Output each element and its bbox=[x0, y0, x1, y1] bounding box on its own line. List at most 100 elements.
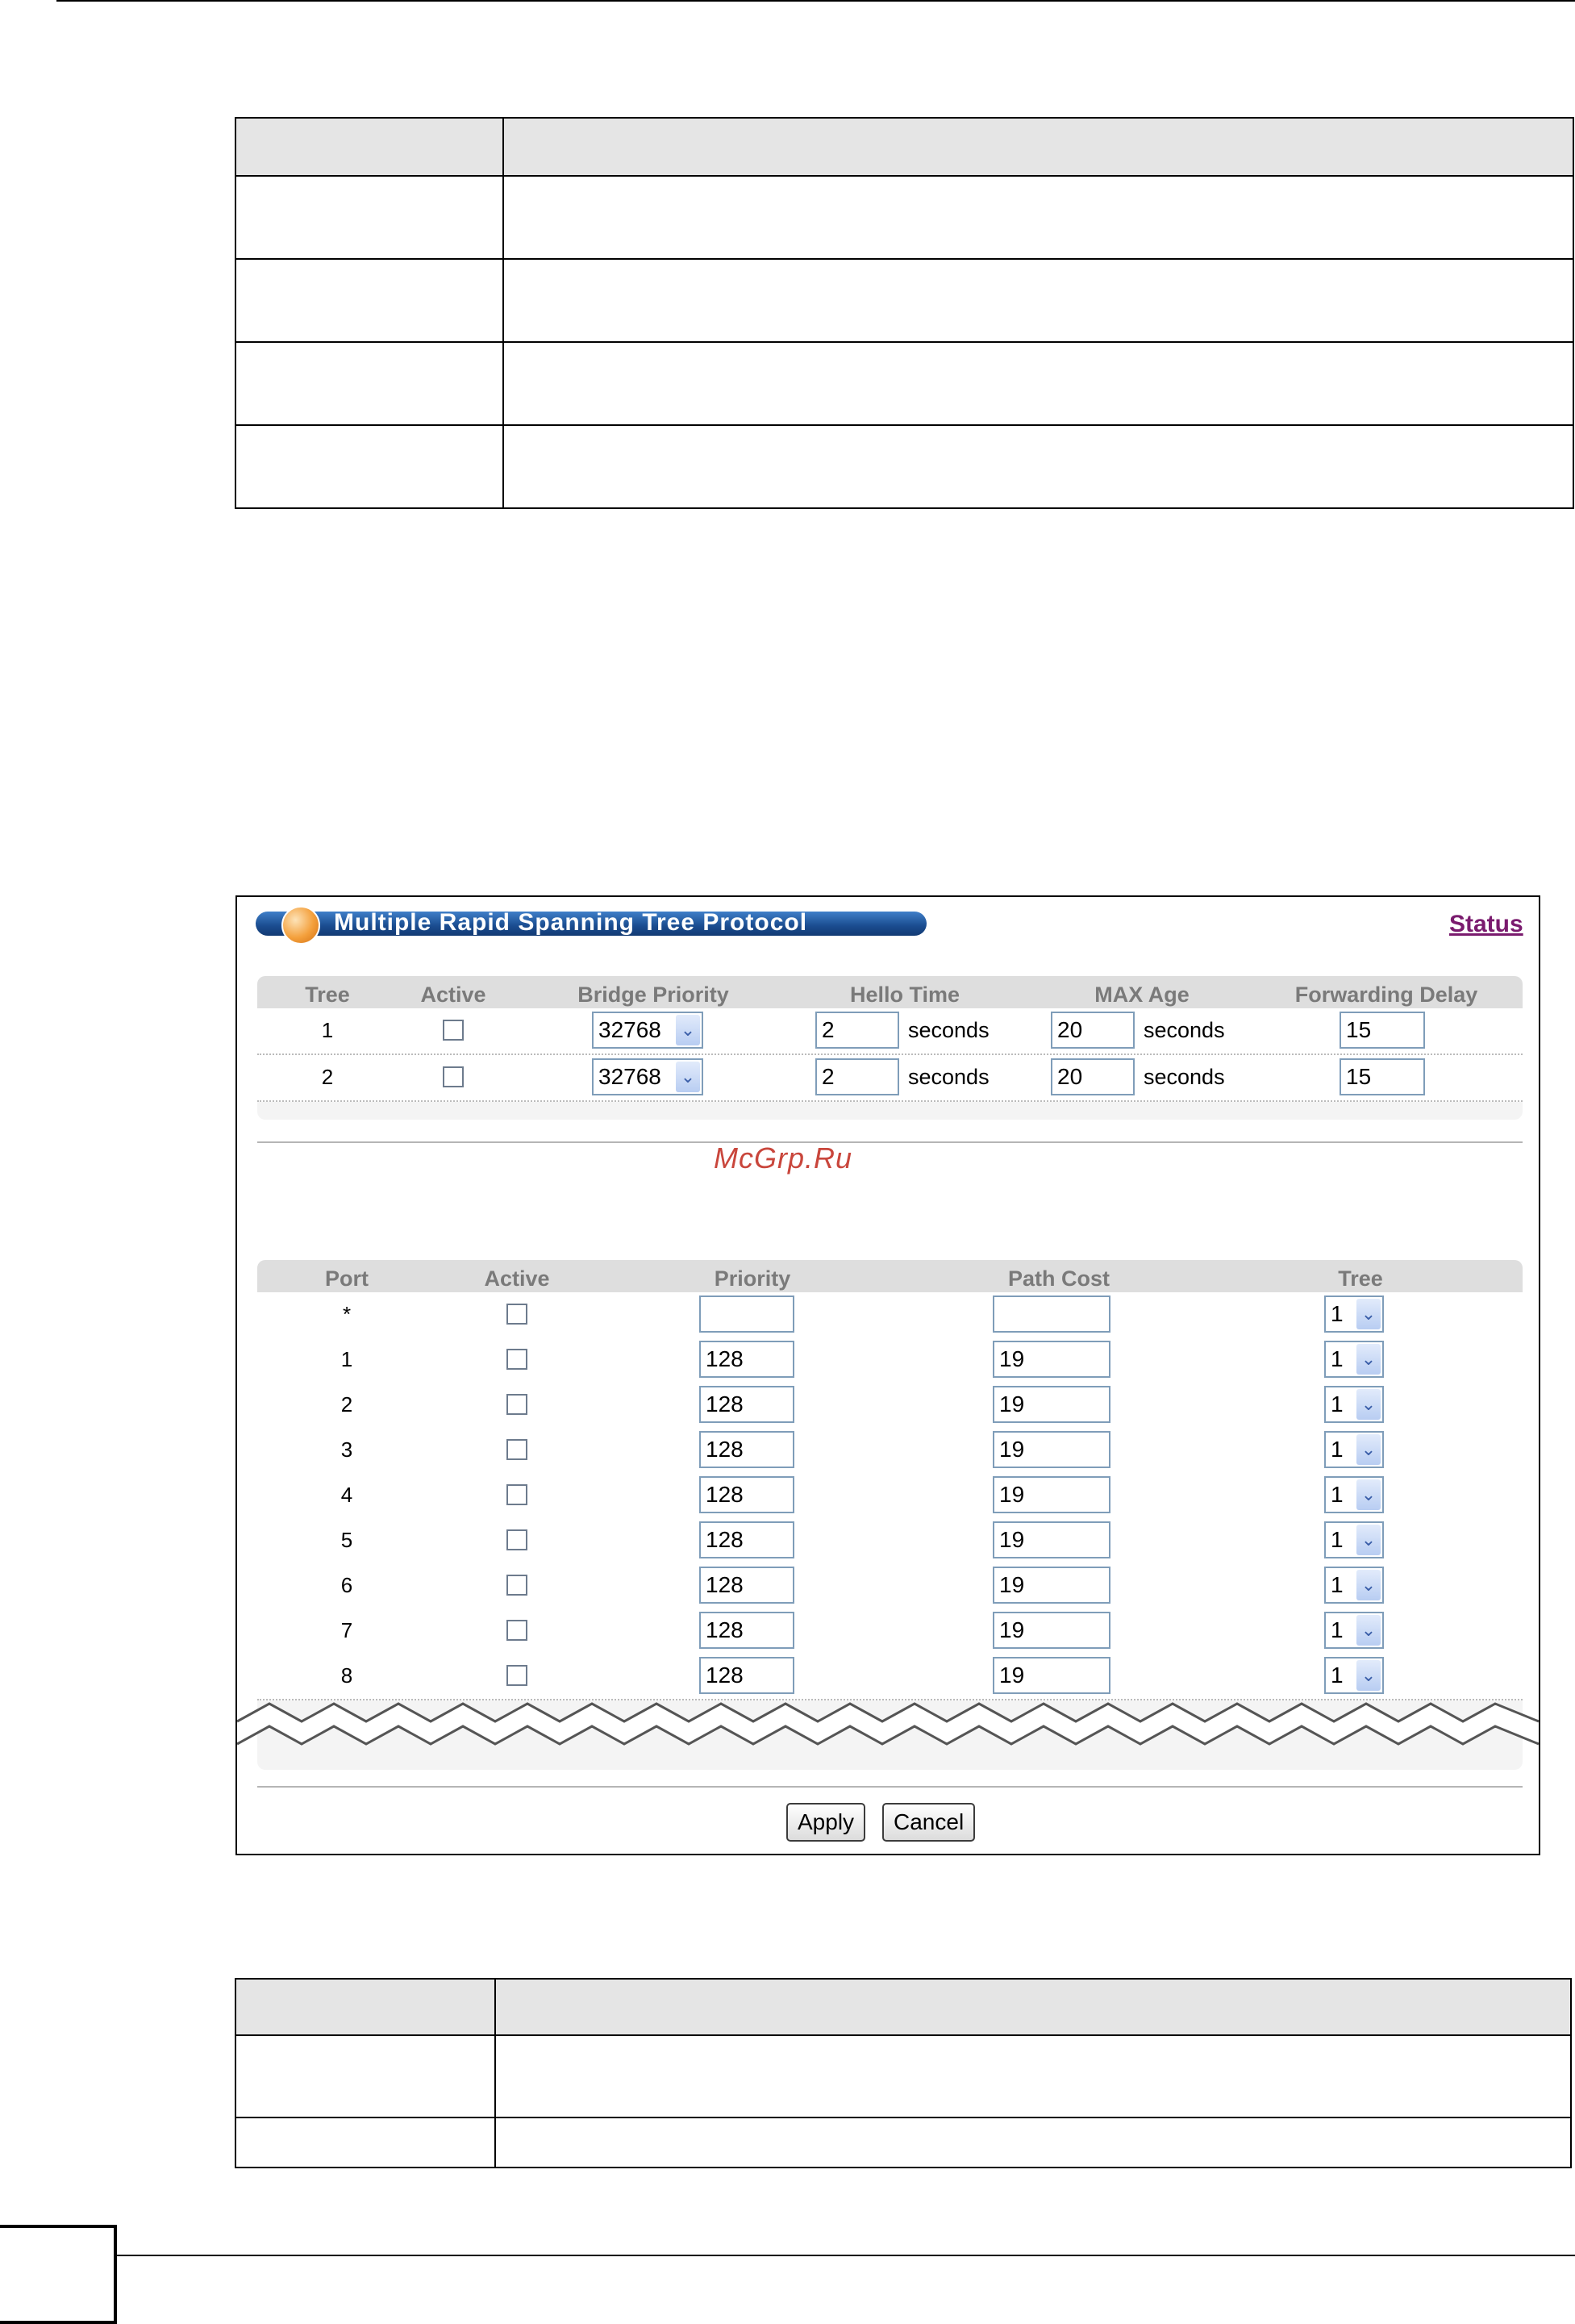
table-header-row bbox=[235, 117, 1574, 177]
cancel-button[interactable]: Cancel bbox=[882, 1803, 976, 1842]
port-active-checkbox[interactable] bbox=[506, 1529, 527, 1550]
chevron-down-icon: ⌄ bbox=[1356, 1525, 1381, 1555]
path-cost-input[interactable]: 19 bbox=[993, 1521, 1110, 1558]
port-id: 3 bbox=[340, 1437, 353, 1462]
hello-time-input[interactable]: 2 bbox=[815, 1012, 899, 1049]
page-title: Multiple Rapid Spanning Tree Protocol bbox=[334, 909, 808, 936]
table-row bbox=[235, 175, 1574, 260]
port-active-checkbox[interactable] bbox=[506, 1620, 527, 1641]
max-age-input[interactable]: 20 bbox=[1051, 1012, 1135, 1049]
port-active-checkbox[interactable] bbox=[506, 1394, 527, 1415]
path-cost-input[interactable]: 19 bbox=[993, 1431, 1110, 1468]
chevron-down-icon: ⌄ bbox=[676, 1062, 700, 1092]
forwarding-delay-input[interactable]: 15 bbox=[1340, 1012, 1425, 1049]
port-id: 2 bbox=[340, 1392, 353, 1417]
max-age-input[interactable]: 20 bbox=[1051, 1058, 1135, 1095]
path-cost-input[interactable]: 19 bbox=[993, 1476, 1110, 1513]
seconds-label: seconds bbox=[908, 1065, 990, 1089]
port-active-checkbox[interactable] bbox=[506, 1665, 527, 1686]
port-row: 3 128 19 1 ⌄ bbox=[257, 1428, 1523, 1475]
divider bbox=[257, 1141, 1523, 1143]
page-number-box bbox=[0, 2225, 117, 2324]
port-priority-input[interactable]: 128 bbox=[699, 1341, 794, 1378]
port-active-checkbox[interactable] bbox=[506, 1575, 527, 1596]
port-id: 1 bbox=[340, 1347, 353, 1371]
port-row: 1 128 19 1 ⌄ bbox=[257, 1337, 1523, 1384]
path-cost-input[interactable]: 19 bbox=[993, 1341, 1110, 1378]
port-priority-input[interactable]: 128 bbox=[699, 1657, 794, 1694]
table-row bbox=[235, 2034, 1572, 2118]
port-priority-input[interactable]: 128 bbox=[699, 1431, 794, 1468]
bridge-priority-select[interactable]: 32768 ⌄ bbox=[592, 1012, 703, 1049]
tree-select[interactable]: 1 ⌄ bbox=[1324, 1386, 1384, 1423]
tree-row: 1 32768 ⌄ 2 seconds 20 seconds 15 bbox=[257, 1008, 1523, 1055]
table-row bbox=[235, 2117, 1572, 2168]
chevron-down-icon: ⌄ bbox=[1356, 1570, 1381, 1600]
path-cost-input[interactable] bbox=[993, 1296, 1110, 1333]
bridge-priority-select[interactable]: 32768 ⌄ bbox=[592, 1058, 703, 1095]
header-forwarding-delay: Forwarding Delay bbox=[1294, 983, 1478, 1007]
path-cost-input[interactable]: 19 bbox=[993, 1657, 1110, 1694]
port-row: 7 128 19 1 ⌄ bbox=[257, 1608, 1523, 1655]
chevron-down-icon: ⌄ bbox=[1356, 1434, 1381, 1465]
tree-select[interactable]: 1 ⌄ bbox=[1324, 1521, 1384, 1558]
chevron-down-icon: ⌄ bbox=[1356, 1479, 1381, 1510]
port-priority-input[interactable]: 128 bbox=[699, 1386, 794, 1423]
port-priority-input[interactable]: 128 bbox=[699, 1567, 794, 1604]
tree-select[interactable]: 1 ⌄ bbox=[1324, 1476, 1384, 1513]
port-active-checkbox[interactable] bbox=[506, 1349, 527, 1370]
tree-select[interactable]: 1 ⌄ bbox=[1324, 1341, 1384, 1378]
port-priority-input[interactable]: 128 bbox=[699, 1521, 794, 1558]
port-priority-input[interactable]: 128 bbox=[699, 1476, 794, 1513]
port-row: 4 128 19 1 ⌄ bbox=[257, 1473, 1523, 1520]
port-active-checkbox[interactable] bbox=[506, 1304, 527, 1325]
port-active-checkbox[interactable] bbox=[506, 1439, 527, 1460]
header-hello-time: Hello Time bbox=[849, 983, 960, 1007]
mrstp-screen: Multiple Rapid Spanning Tree Protocol St… bbox=[235, 895, 1540, 1855]
chevron-down-icon: ⌄ bbox=[1356, 1344, 1381, 1375]
tree-select[interactable]: 1 ⌄ bbox=[1324, 1657, 1384, 1694]
port-id: * bbox=[342, 1302, 352, 1326]
path-cost-input[interactable]: 19 bbox=[993, 1612, 1110, 1649]
seconds-label: seconds bbox=[1144, 1018, 1225, 1042]
port-row: * 1 ⌄ bbox=[257, 1292, 1523, 1339]
tree-select[interactable]: 1 ⌄ bbox=[1324, 1296, 1384, 1333]
header-tree: Tree bbox=[1338, 1266, 1383, 1291]
chevron-down-icon: ⌄ bbox=[1356, 1389, 1381, 1420]
tree-active-checkbox[interactable] bbox=[443, 1066, 464, 1087]
tree-select[interactable]: 1 ⌄ bbox=[1324, 1567, 1384, 1604]
chevron-down-icon: ⌄ bbox=[1356, 1299, 1381, 1329]
watermark: McGrp.Ru bbox=[714, 1141, 853, 1175]
title-orb-icon bbox=[281, 906, 320, 945]
apply-button[interactable]: Apply bbox=[786, 1803, 866, 1842]
tree-active-checkbox[interactable] bbox=[443, 1020, 464, 1041]
path-cost-input[interactable]: 19 bbox=[993, 1567, 1110, 1604]
header-tree: Tree bbox=[305, 983, 350, 1007]
port-id: 5 bbox=[340, 1528, 353, 1552]
port-priority-input[interactable] bbox=[699, 1296, 794, 1333]
zigzag-break-icon bbox=[237, 1702, 1539, 1746]
port-priority-input[interactable]: 128 bbox=[699, 1612, 794, 1649]
chevron-down-icon: ⌄ bbox=[1356, 1660, 1381, 1691]
tree-select[interactable]: 1 ⌄ bbox=[1324, 1431, 1384, 1468]
header-path-cost: Path Cost bbox=[1007, 1266, 1110, 1291]
tree-id: 1 bbox=[321, 1018, 334, 1042]
seconds-label: seconds bbox=[1144, 1065, 1225, 1089]
port-active-checkbox[interactable] bbox=[506, 1484, 527, 1505]
hello-time-input[interactable]: 2 bbox=[815, 1058, 899, 1095]
tree-table-header: Tree Active Bridge Priority Hello Time M… bbox=[257, 976, 1523, 1008]
header-bridge-priority: Bridge Priority bbox=[577, 983, 729, 1007]
tree-id: 2 bbox=[321, 1065, 334, 1089]
description-table-bottom bbox=[235, 1978, 1572, 2168]
port-id: 6 bbox=[340, 1573, 353, 1597]
port-row: 2 128 19 1 ⌄ bbox=[257, 1383, 1523, 1429]
divider bbox=[257, 1786, 1523, 1788]
forwarding-delay-input[interactable]: 15 bbox=[1340, 1058, 1425, 1095]
path-cost-input[interactable]: 19 bbox=[993, 1386, 1110, 1423]
tree-select[interactable]: 1 ⌄ bbox=[1324, 1612, 1384, 1649]
tree-table: Tree Active Bridge Priority Hello Time M… bbox=[257, 976, 1523, 1120]
status-link[interactable]: Status bbox=[1449, 911, 1523, 938]
table-row bbox=[235, 341, 1574, 426]
header-active: Active bbox=[484, 1266, 550, 1291]
header-port: Port bbox=[325, 1266, 369, 1291]
